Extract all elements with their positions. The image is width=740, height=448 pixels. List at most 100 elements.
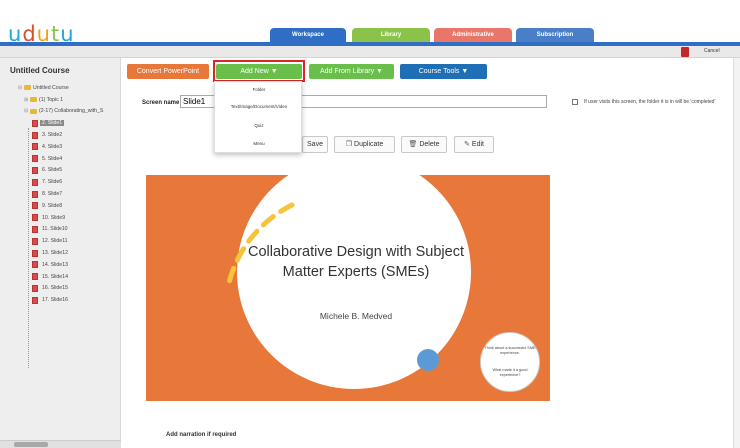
tree-root-label: Untitled Course — [33, 84, 69, 91]
tree-root[interactable]: ⊟ Untitled Course — [18, 82, 103, 94]
slide-icon — [32, 214, 38, 222]
sidebar-horizontal-scrollbar[interactable] — [0, 440, 121, 448]
sidebar-item-slide[interactable]: 16. Slide15 — [32, 283, 103, 295]
sidebar-item-slide[interactable]: 14. Slide13 — [32, 259, 103, 271]
sidebar-item-slide[interactable]: 5. Slide4 — [32, 153, 103, 165]
tab-library[interactable]: Library — [352, 28, 430, 42]
save-button[interactable]: Save — [302, 136, 328, 153]
cancel-link[interactable]: Cancel — [704, 48, 720, 54]
sidebar-item-label: 13. Slide12 — [42, 250, 68, 257]
udutu-course-editor: u d u t u Workspace Library Administrati… — [0, 0, 740, 448]
slide-icon — [32, 178, 38, 186]
sidebar-item-slide[interactable]: 4. Slide3 — [32, 141, 103, 153]
slide-icon — [32, 190, 38, 198]
subheader-bar — [0, 46, 740, 58]
screen-name-label: Screen name — [142, 100, 180, 106]
blue-dot — [417, 349, 439, 371]
slide-icon — [32, 166, 38, 174]
menu-item-quiz[interactable]: Quiz — [215, 123, 303, 128]
course-title: Untitled Course — [10, 66, 70, 75]
page-vertical-scrollbar[interactable] — [733, 58, 740, 448]
sidebar-item-label: 16. Slide15 — [42, 285, 68, 292]
menu-item-folder[interactable]: Folder — [215, 87, 303, 92]
slide-icon — [32, 131, 38, 139]
tab-administrative[interactable]: Administrative — [434, 28, 512, 42]
sidebar-item-label: 5. Slide4 — [42, 155, 63, 162]
tree-topic-label: (1) Topic 1 — [39, 96, 64, 103]
duplicate-label: Duplicate — [354, 141, 384, 148]
scrollbar-thumb[interactable] — [14, 442, 48, 447]
sidebar-item-slide[interactable]: 2. Slide1 — [32, 117, 103, 129]
sidebar-item-label: 12. Slide11 — [42, 238, 68, 245]
save-label: Save — [307, 141, 323, 148]
sidebar-item-label: 6. Slide5 — [42, 167, 63, 174]
tree-folder[interactable]: ⊟ (2-17) Collaborating_with_S — [18, 106, 103, 118]
slide-subtitle: Michele B. Medved — [319, 311, 393, 321]
course-tools-button[interactable]: Course Tools ▼ — [400, 64, 487, 79]
slide-title: Collaborative Design with Subject Matter… — [248, 244, 464, 280]
sidebar-item-label: 15. Slide14 — [42, 273, 68, 280]
slide-icon — [32, 143, 38, 151]
folder-icon — [30, 108, 37, 114]
sidebar-item-slide[interactable]: 10. Slide9 — [32, 212, 103, 224]
convert-powerpoint-button[interactable]: Convert PowerPoint — [127, 64, 209, 79]
tree-folder-label: (2-17) Collaborating_with_S — [39, 108, 104, 115]
sidebar-item-slide[interactable]: 13. Slide12 — [32, 247, 103, 259]
folder-icon — [24, 85, 31, 91]
course-tree-panel: Untitled Course ⊟ Untitled Course ⊞ (1) … — [0, 58, 121, 448]
sidebar-item-label: 10. Slide9 — [42, 214, 66, 221]
slide-icon — [32, 225, 38, 233]
add-from-library-button[interactable]: Add From Library ▼ — [309, 64, 394, 79]
sidebar-item-slide[interactable]: 9. Slide8 — [32, 200, 103, 212]
completion-checkbox-label: If user visits this screen, the folder i… — [584, 99, 716, 105]
pencil-icon: ✎ — [464, 141, 470, 148]
highlight-box — [213, 60, 305, 82]
slide-icon — [32, 119, 38, 127]
sidebar-item-slide[interactable]: 3. Slide2 — [32, 129, 103, 141]
sidebar-item-label: 3. Slide2 — [42, 132, 63, 139]
menu-item-menu[interactable]: Menu — [215, 141, 303, 146]
note-circle — [480, 332, 540, 392]
tab-workspace[interactable]: Workspace — [270, 28, 346, 42]
slide-preview: Collaborative Design with Subject Matter… — [146, 175, 550, 401]
completion-checkbox[interactable] — [572, 99, 578, 105]
sidebar-item-slide[interactable]: 15. Slide14 — [32, 271, 103, 283]
slide-icon — [32, 261, 38, 269]
delete-button[interactable]: 🗑 Delete — [401, 136, 447, 153]
slide-icon — [32, 296, 38, 304]
sidebar-item-slide[interactable]: 7. Slide6 — [32, 176, 103, 188]
edit-label: Edit — [471, 141, 484, 148]
sidebar-item-label: 17. Slide16 — [42, 297, 68, 304]
slide-icon — [32, 284, 38, 292]
sidebar-item-label: 8. Slide7 — [42, 191, 63, 198]
course-tree: ⊟ Untitled Course ⊞ (1) Topic 1 ⊟ (2-17)… — [18, 82, 103, 306]
duplicate-button[interactable]: ❐ Duplicate — [334, 136, 395, 153]
copy-icon: ❐ — [345, 141, 353, 148]
slide-icon — [32, 249, 38, 257]
sidebar-item-label: 14. Slide13 — [42, 261, 68, 268]
close-icon[interactable] — [681, 47, 689, 57]
trash-icon: 🗑 — [408, 141, 418, 148]
tree-topic[interactable]: ⊞ (1) Topic 1 — [18, 94, 103, 106]
slide-icon — [32, 273, 38, 281]
sidebar-item-label: 9. Slide8 — [42, 202, 63, 209]
slide-icon — [32, 155, 38, 163]
add-new-dropdown: Folder Text/Image/Document/Video Quiz Me… — [214, 81, 302, 153]
folder-icon — [30, 97, 37, 103]
sidebar-item-label: 2. Slide1 — [40, 120, 65, 127]
sidebar-item-slide[interactable]: 11. Slide10 — [32, 224, 103, 236]
sidebar-item-slide[interactable]: 17. Slide16 — [32, 294, 103, 306]
edit-button[interactable]: ✎ Edit — [454, 136, 494, 153]
sidebar-item-slide[interactable]: 6. Slide5 — [32, 165, 103, 177]
sidebar-item-slide[interactable]: 12. Slide11 — [32, 235, 103, 247]
note-text-1: Think about a successful SME experience. — [484, 346, 536, 355]
sidebar-item-slide[interactable]: 8. Slide7 — [32, 188, 103, 200]
menu-item-text-image-document-video[interactable]: Text/Image/Document/Video — [215, 104, 303, 109]
narration-label: Add narration if required — [166, 432, 237, 438]
main-tabs: Workspace Library Administrative Subscri… — [0, 28, 740, 42]
sidebar-item-label: 11. Slide10 — [42, 226, 68, 233]
slide-list: 2. Slide1 3. Slide2 4. Slide3 5. Slide4 6. S… — [18, 117, 103, 306]
slide-icon — [32, 237, 38, 245]
tab-subscription[interactable]: Subscription — [516, 28, 594, 42]
note-text-2: What made it a good experience? — [492, 368, 528, 377]
